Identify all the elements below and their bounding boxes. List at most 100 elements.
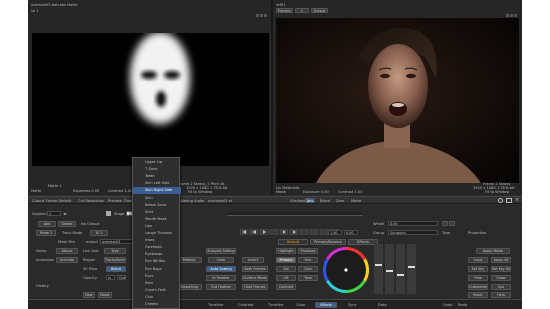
viewer-options-icon[interactable]	[256, 3, 267, 17]
viewer-right[interactable]: ref01 Primary 1 Output Lin Metadata Mode…	[273, 0, 522, 195]
new-button[interactable]: New	[83, 292, 95, 298]
dropdown-item[interactable]: Lips	[133, 223, 181, 230]
shadow-button[interactable]: Shadows	[298, 248, 318, 254]
wheel-nav-button-2[interactable]	[449, 221, 455, 226]
stage-icon[interactable]	[106, 211, 111, 216]
dropdown-item[interactable]: Mouth Mask	[133, 216, 181, 223]
reset-left-button[interactable]: Reset	[98, 292, 112, 298]
toolbar-matte[interactable]: Matte	[351, 199, 361, 203]
dropdown-item[interactable]: Upper Lip	[133, 159, 181, 166]
toolbar-any[interactable]: Any	[305, 198, 315, 203]
undo-button[interactable]: Undo	[443, 303, 452, 307]
dropdown-item[interactable]: Skin	[133, 195, 181, 202]
dropdown-item[interactable]: Ears	[133, 280, 181, 287]
out-feather-button[interactable]: Out Feather	[206, 284, 236, 290]
segment-field[interactable]: 1	[47, 211, 61, 216]
bottom-tab-timeline-2[interactable]: Timeline	[268, 303, 283, 307]
close-icon[interactable]: ×	[515, 198, 520, 203]
add-segment-button[interactable]: Add	[38, 221, 56, 227]
viewer-tab-primary[interactable]: Primary	[276, 8, 293, 13]
surface-mode-button[interactable]: Surface Mode	[242, 275, 268, 281]
tab-primary-balance[interactable]: Primary/Balance	[310, 239, 346, 245]
in-field[interactable]: In	[106, 275, 115, 280]
set-key-all-button[interactable]: Set Key All	[491, 266, 511, 272]
out-field[interactable]: Out	[117, 275, 126, 280]
viewer-tab-output[interactable]: Output	[311, 8, 328, 13]
track-value-button[interactable]: IS 1	[90, 230, 108, 236]
dropdown-item[interactable]: Irises	[133, 237, 181, 244]
hue-button[interactable]: Hue	[298, 257, 318, 263]
auto-scaling-button[interactable]: Auto Scaling	[206, 266, 236, 272]
level-sliders[interactable]	[374, 244, 418, 294]
toolbar-zero[interactable]: Zero	[336, 199, 344, 203]
wheel-nav-button[interactable]	[442, 221, 448, 226]
timeline-ruler[interactable]	[228, 212, 363, 216]
toolbar-preview[interactable]: Preview	[108, 199, 122, 203]
transport-controls[interactable]	[239, 220, 350, 236]
primary-button[interactable]: Primary	[276, 257, 296, 263]
hold-frames-button[interactable]: Hold Frames	[242, 284, 268, 290]
value-field-1[interactable]: 0.00	[344, 230, 358, 235]
dropdown-item[interactable]: Shirt	[133, 209, 181, 216]
dropdown-item[interactable]: Cheeks	[133, 301, 181, 308]
mask-field[interactable]: oversize03	[100, 239, 134, 244]
settings-icon[interactable]	[498, 198, 503, 203]
dropdown-item[interactable]: Eye Whites	[133, 258, 181, 265]
dropdown-item[interactable]: Eye Bags	[133, 266, 181, 273]
animate-button[interactable]: Animate	[56, 257, 78, 263]
dropdown-item[interactable]: Eyebrows	[133, 251, 181, 258]
set-key-button[interactable]: Set Key	[468, 266, 488, 272]
toolbar-cut-resolution[interactable]: Cut Resolution	[78, 199, 104, 203]
value-field-2[interactable]: 1.00	[328, 230, 342, 235]
bottom-tab-timeline[interactable]: Timeline	[208, 303, 223, 307]
customize-button[interactable]: Customize	[468, 284, 488, 290]
show-button[interactable]: Show	[491, 275, 511, 281]
analysis-button[interactable]: Analysis Setting	[206, 248, 236, 254]
tone-button[interactable]: Tone	[298, 275, 318, 281]
type-button[interactable]: Type	[104, 248, 126, 254]
dropdown-item[interactable]: Skin Left Side	[133, 180, 181, 187]
bottom-tab-color[interactable]: Color	[296, 303, 305, 307]
dropdown-item[interactable]: Laugh Tinaions	[133, 230, 181, 237]
toolbar-audio[interactable]: Audio	[194, 199, 204, 203]
color-wheel[interactable]	[322, 246, 370, 294]
dropdown-item[interactable]: T Zone	[133, 166, 181, 173]
toolbar-frame-default[interactable]: Frame Default	[46, 199, 71, 203]
group-field[interactable]: Surround	[388, 230, 438, 235]
dropdown-item[interactable]: Skin Right Side	[133, 187, 181, 194]
dropdown-item[interactable]: Below Zone	[133, 202, 181, 209]
dropdown-item[interactable]: Teeth	[133, 173, 181, 180]
toolbar-blend[interactable]: Blend	[320, 199, 330, 203]
clear-button[interactable]: Clear	[208, 257, 234, 263]
help-button[interactable]: Help	[491, 292, 511, 298]
highlight-button[interactable]: Highlight	[276, 248, 296, 254]
invert-button[interactable]: Invert	[242, 257, 264, 263]
segment-arrow-icon[interactable]: ◂▸	[63, 211, 68, 216]
layout-icon[interactable]	[506, 198, 512, 203]
bottom-tab-contrast[interactable]: Contrast	[238, 303, 253, 307]
input-button[interactable]: Input	[468, 257, 488, 263]
track-anim-button[interactable]: Tracks/Anim	[104, 257, 126, 263]
wheel-value-field[interactable]: 0.00	[388, 221, 438, 226]
apply-matte-button[interactable]: Apply Matte	[476, 248, 510, 254]
sat-button[interactable]: Sat	[276, 266, 296, 272]
dropdown-item[interactable]: Chin	[133, 294, 181, 301]
reset-button[interactable]: Reset	[468, 292, 488, 298]
delete-segment-button[interactable]: Delete	[58, 221, 76, 227]
lift-button[interactable]: Lift	[276, 275, 296, 281]
dropdown-item[interactable]: Eyes	[133, 273, 181, 280]
hide-button[interactable]: Hide	[468, 275, 488, 281]
contrast-button[interactable]: Contrast	[276, 284, 296, 290]
ops-button[interactable]: Ops	[491, 284, 511, 290]
viewer-tab-1[interactable]: 1	[295, 8, 309, 13]
toolbar-cutout[interactable]: Cutout	[32, 199, 44, 203]
bottom-tab-effects[interactable]: Effects	[315, 302, 337, 308]
dropdown-item[interactable]: Forehead	[133, 244, 181, 251]
setup-dropdown[interactable]: Above	[56, 248, 78, 254]
blend-button[interactable]: Blend	[106, 266, 126, 272]
dropdown-item[interactable]: Crow's Feet	[133, 287, 181, 294]
bottom-tab-sync[interactable]: Sync	[348, 303, 357, 307]
tab-default[interactable]: Default	[278, 239, 308, 245]
both-frames-button[interactable]: Both Frames	[242, 266, 268, 272]
redo-button[interactable]: Redo	[458, 303, 467, 307]
